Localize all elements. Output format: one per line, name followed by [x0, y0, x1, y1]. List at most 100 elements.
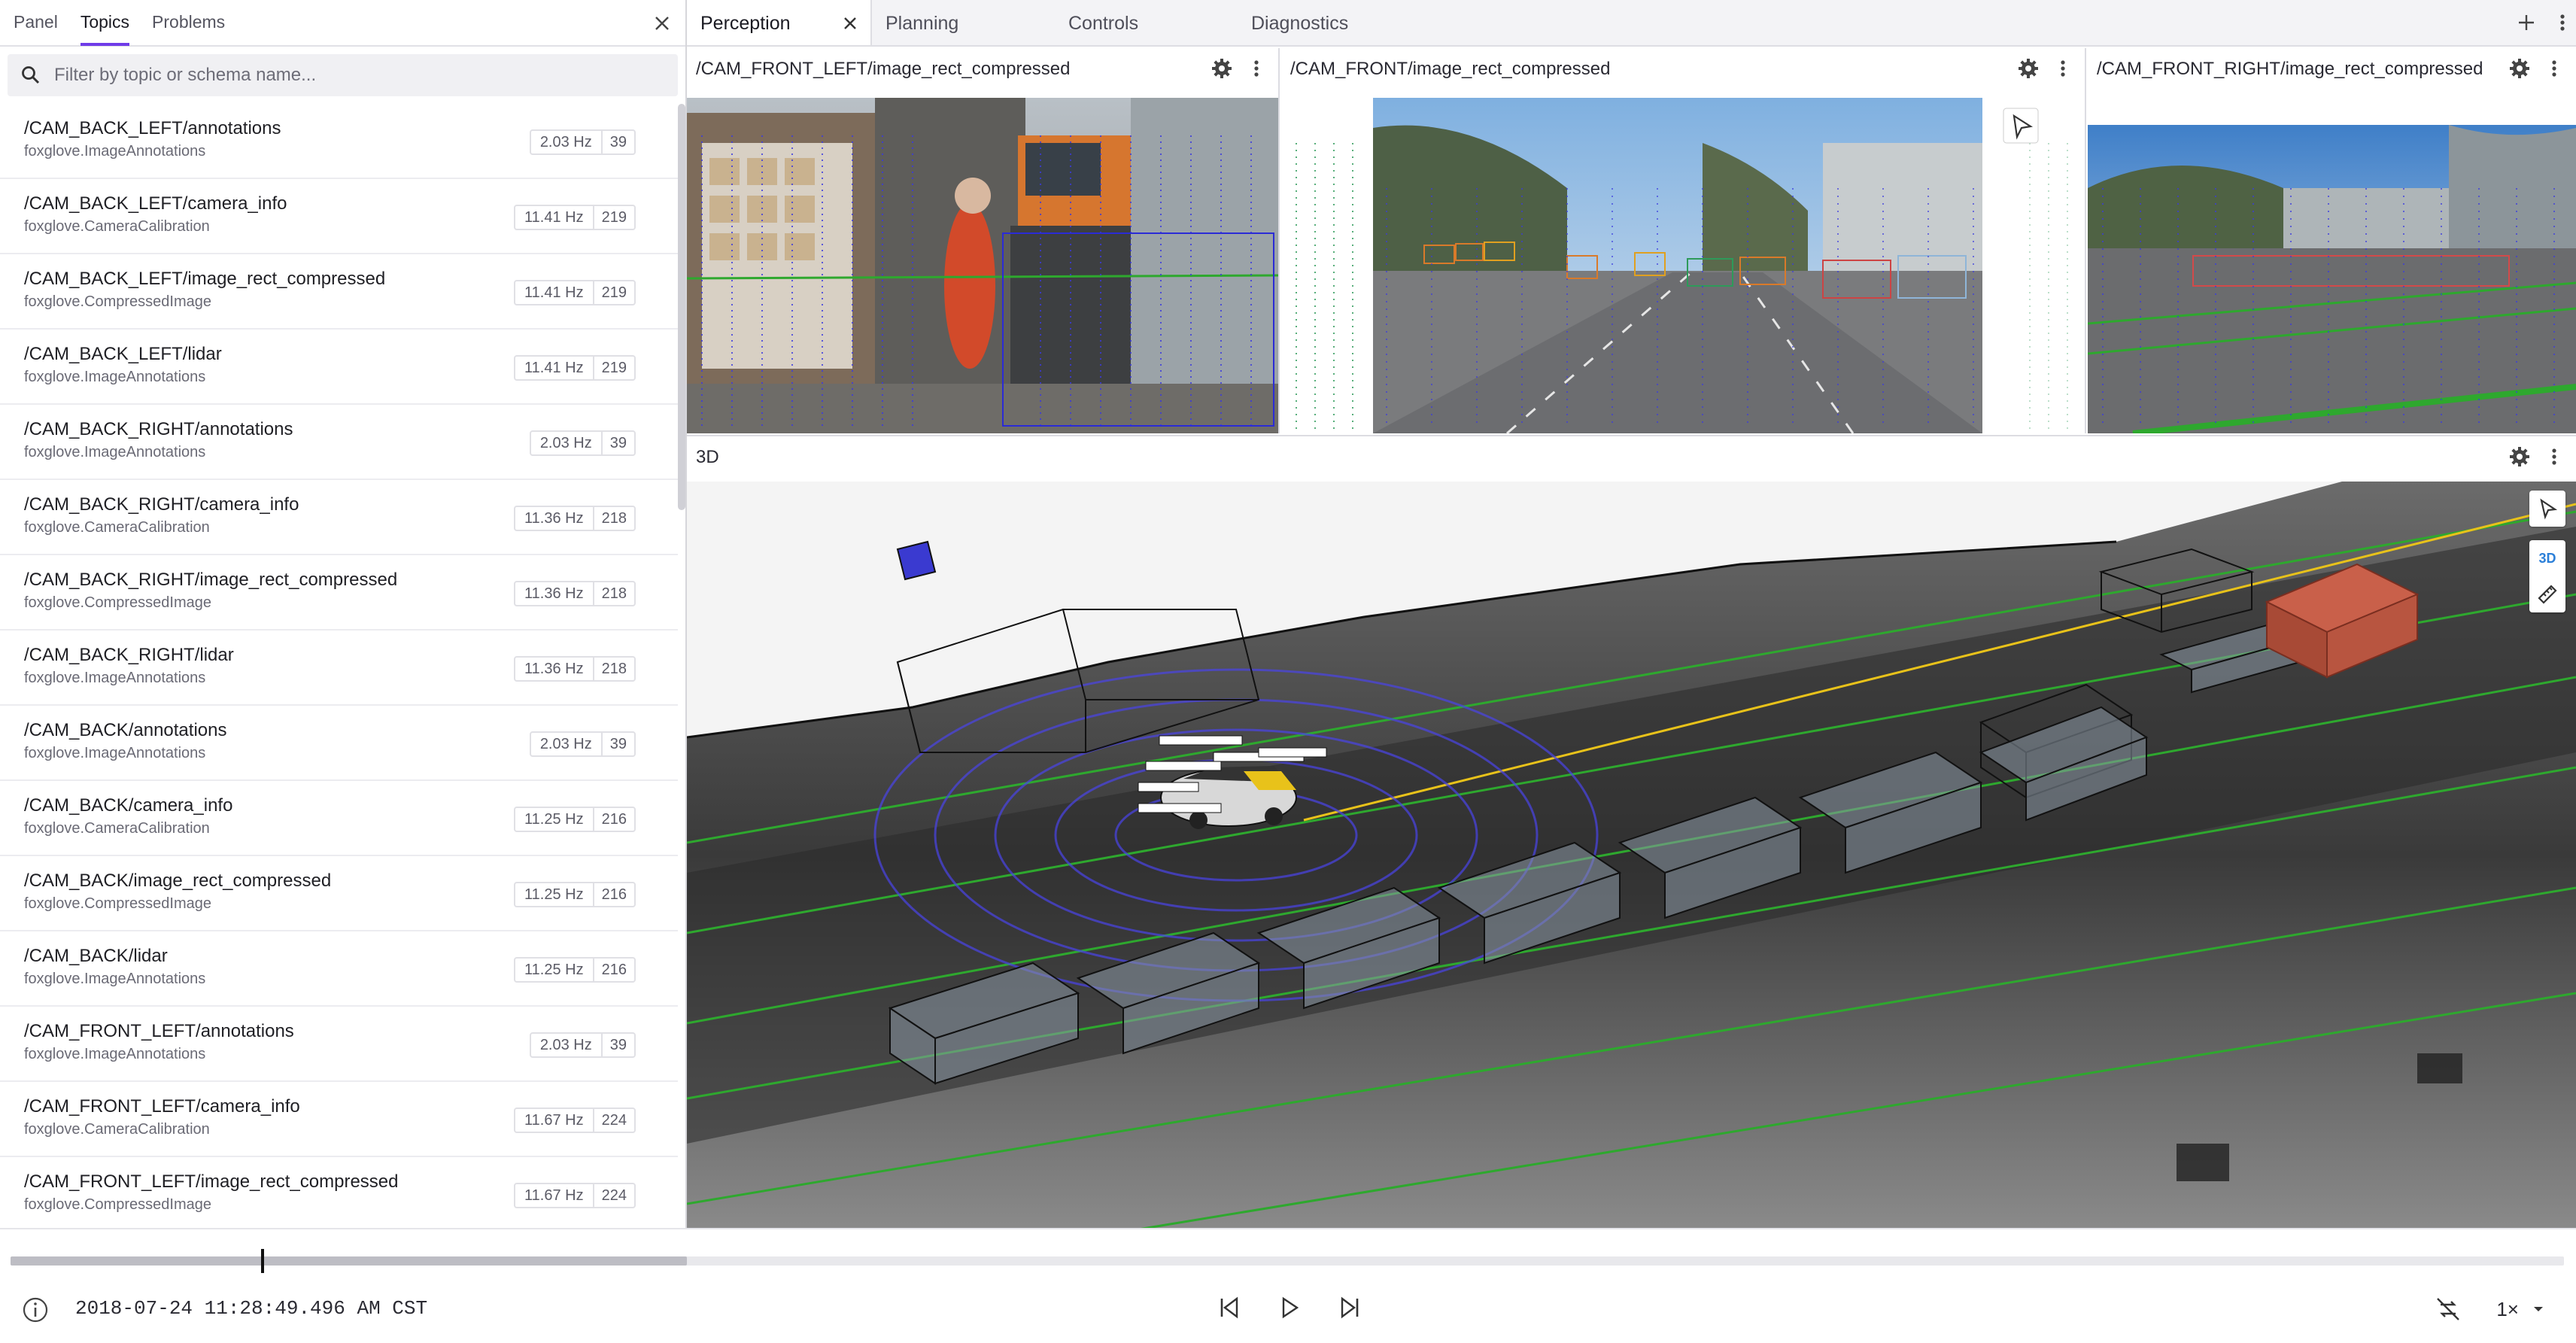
topic-row[interactable]: /CAM_FRONT_LEFT/camera_info foxglove.Came…	[0, 1082, 678, 1157]
topic-row[interactable]: /CAM_BACK_RIGHT/image_rect_compressed fox…	[0, 555, 678, 630]
topic-list-scrollbar[interactable]	[678, 104, 685, 510]
topic-list: /CAM_BACK_LEFT/annotations foxglove.Image…	[0, 104, 678, 1228]
topic-stats-badge: 11.25 Hz 216	[514, 807, 636, 832]
topic-row[interactable]: /CAM_FRONT_LEFT/annotations foxglove.Imag…	[0, 1007, 678, 1082]
topic-frequency: 2.03 Hz	[531, 131, 603, 153]
topic-stats-badge: 11.36 Hz 218	[514, 656, 636, 682]
camera-panel-front-right: /CAM_FRONT_RIGHT/image_rect_compressed	[2088, 48, 2576, 433]
3d-panel: 3D 3D	[687, 435, 2576, 1228]
search-input[interactable]	[54, 65, 641, 86]
topic-message-count: 39	[609, 435, 627, 451]
topic-stats-badge: 11.67 Hz 224	[514, 1183, 636, 1208]
gear-icon[interactable]	[2017, 57, 2040, 80]
topic-stats-badge: 11.41 Hz 219	[514, 355, 636, 381]
topic-row[interactable]: /CAM_BACK/image_rect_compressed foxglove.…	[0, 856, 678, 931]
topic-row[interactable]: /CAM_BACK_RIGHT/camera_info foxglove.Came…	[0, 480, 678, 555]
panel-toolbar: 3D	[687, 436, 2576, 479]
topic-message-count: 224	[601, 1187, 627, 1204]
topic-message-count: 39	[609, 1037, 627, 1053]
topic-row[interactable]: /CAM_BACK_RIGHT/annotations foxglove.Imag…	[0, 405, 678, 480]
topic-frequency: 11.36 Hz	[515, 658, 594, 680]
playback-speed-select[interactable]: 1×	[2496, 1298, 2546, 1321]
play-button[interactable]	[1274, 1293, 1305, 1323]
topic-frequency: 11.41 Hz	[515, 206, 594, 229]
topic-row[interactable]: /CAM_BACK/lidar foxglove.ImageAnnotations…	[0, 931, 678, 1007]
playback-timestamp[interactable]: 2018-07-24 11:28:49.496 AM CST	[75, 1297, 427, 1320]
topic-message-count: 218	[601, 510, 627, 527]
gear-icon[interactable]	[1211, 57, 1233, 80]
topic-row[interactable]: /CAM_FRONT_LEFT/image_rect_compressed fox…	[0, 1157, 678, 1228]
measure-tool-button[interactable]	[2529, 576, 2565, 612]
seek-backward-button[interactable]	[1214, 1293, 1244, 1323]
add-tab-icon[interactable]	[2514, 11, 2538, 35]
topic-frequency: 11.41 Hz	[515, 357, 594, 379]
skip-forward-icon	[1341, 1296, 1359, 1319]
gear-icon[interactable]	[2508, 57, 2531, 80]
topic-row[interactable]: /CAM_BACK/annotations foxglove.ImageAnnot…	[0, 706, 678, 781]
search-icon	[22, 66, 40, 84]
tabbar-actions	[2514, 11, 2567, 35]
playback-controls: 2018-07-24 11:28:49.496 AM CST 1×	[0, 1228, 2576, 1343]
topic-row[interactable]: /CAM_BACK_LEFT/lidar foxglove.ImageAnnota…	[0, 330, 678, 405]
main-layout: Perception Planning Controls Diagnostics…	[687, 0, 2576, 1228]
topic-frequency: 11.25 Hz	[515, 959, 594, 981]
tab-label: Perception	[700, 13, 791, 34]
close-tab-icon[interactable]	[839, 12, 861, 35]
panel-title: /CAM_FRONT_RIGHT/image_rect_compressed	[2097, 59, 2483, 79]
select-tool-button[interactable]	[2529, 491, 2565, 527]
gear-icon[interactable]	[2508, 445, 2531, 468]
sidebar-tabs: Panel Topics Problems	[0, 0, 685, 47]
more-vertical-icon[interactable]	[2543, 445, 2565, 468]
camera-image-front-right[interactable]	[2088, 98, 2576, 433]
topic-stats-badge: 11.36 Hz 218	[514, 506, 636, 531]
topic-stats-badge: 11.67 Hz 224	[514, 1108, 636, 1133]
panel-title: /CAM_FRONT/image_rect_compressed	[1290, 59, 1611, 79]
3d-mode-button[interactable]: 3D	[2529, 540, 2565, 576]
topic-row[interactable]: /CAM_BACK_RIGHT/lidar foxglove.ImageAnnot…	[0, 630, 678, 706]
camera-panel-front: /CAM_FRONT/image_rect_compressed	[1281, 48, 2086, 433]
speed-value: 1×	[2496, 1297, 2519, 1320]
tab-diagnostics[interactable]: Diagnostics	[1238, 0, 1420, 45]
tab-planning[interactable]: Planning	[872, 0, 1055, 45]
topic-message-count: 219	[601, 209, 627, 226]
chevron-down-icon	[2534, 1307, 2543, 1311]
info-icon[interactable]	[21, 1296, 50, 1324]
camera-mode-group: 3D	[2529, 540, 2565, 612]
topic-stats-badge: 11.41 Hz 219	[514, 205, 636, 230]
topic-search[interactable]	[8, 54, 678, 96]
topic-stats-badge: 2.03 Hz 39	[529, 430, 636, 456]
topic-row[interactable]: /CAM_BACK_LEFT/image_rect_compressed foxg…	[0, 254, 678, 330]
close-sidebar-button[interactable]	[649, 11, 675, 36]
seek-forward-button[interactable]	[1335, 1293, 1365, 1323]
more-vertical-icon[interactable]	[2543, 57, 2565, 80]
tab-panel[interactable]: Panel	[14, 0, 58, 46]
tab-problems[interactable]: Problems	[152, 0, 225, 46]
topic-message-count: 224	[601, 1112, 627, 1129]
loop-off-icon[interactable]	[2433, 1294, 2463, 1324]
timeline-cursor[interactable]	[260, 1249, 264, 1273]
tab-topics[interactable]: Topics	[80, 0, 130, 46]
more-vertical-icon[interactable]	[2558, 11, 2567, 35]
camera-image-front-left[interactable]	[687, 98, 1278, 433]
more-vertical-icon[interactable]	[1245, 57, 1268, 80]
topic-frequency: 11.25 Hz	[515, 808, 594, 831]
3d-viewport[interactable]: 3D	[687, 482, 2576, 1228]
topic-frequency: 2.03 Hz	[531, 733, 603, 755]
topic-frequency: 11.25 Hz	[515, 883, 594, 906]
timeline-buffered	[11, 1256, 688, 1266]
select-cursor-icon	[2540, 498, 2558, 520]
topic-row[interactable]: /CAM_BACK_LEFT/camera_info foxglove.Camer…	[0, 179, 678, 254]
more-vertical-icon[interactable]	[2052, 57, 2074, 80]
tab-controls[interactable]: Controls	[1055, 0, 1238, 45]
panel-toolbar: /CAM_FRONT/image_rect_compressed	[1281, 48, 2085, 90]
topic-row[interactable]: /CAM_BACK/camera_info foxglove.CameraCali…	[0, 781, 678, 856]
foxglove-app: Panel Topics Problems /CAM_BACK_LEFT/ann…	[0, 0, 2576, 1343]
topic-frequency: 11.36 Hz	[515, 582, 594, 605]
topic-message-count: 218	[601, 585, 627, 602]
playback-buttons	[1214, 1293, 1365, 1323]
play-icon	[1282, 1296, 1299, 1319]
topic-row[interactable]: /CAM_BACK_LEFT/annotations foxglove.Image…	[0, 104, 678, 179]
camera-image-front[interactable]	[1281, 98, 2085, 433]
tab-perception[interactable]: Perception	[687, 0, 872, 45]
timeline-scrubber[interactable]	[11, 1249, 2564, 1273]
